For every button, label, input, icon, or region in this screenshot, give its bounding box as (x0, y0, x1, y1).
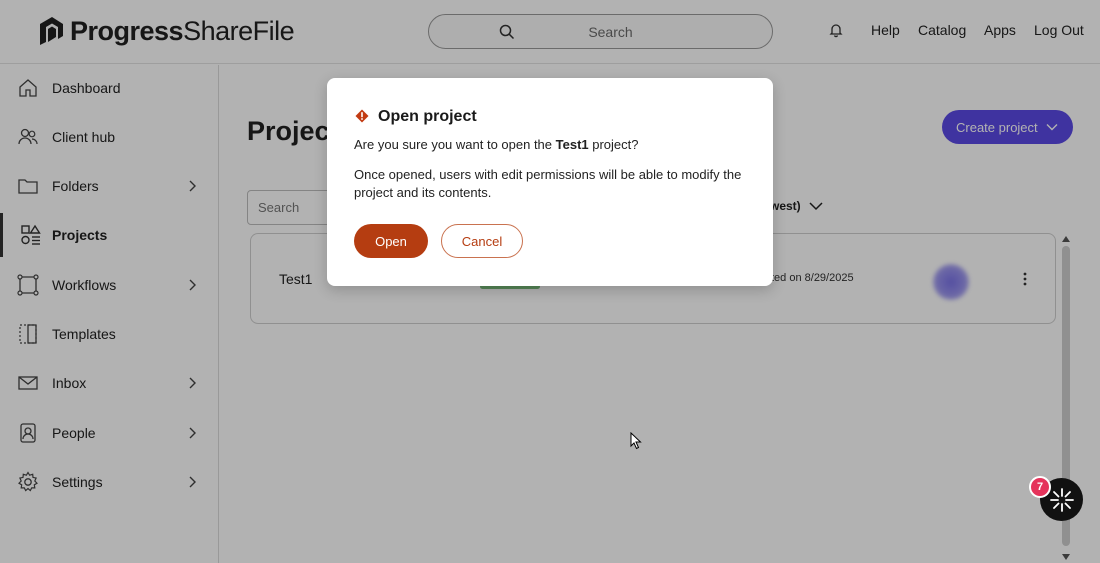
warning-icon (355, 109, 369, 123)
dialog-question-suffix: project? (588, 137, 639, 152)
assistant-icon (1049, 487, 1074, 512)
cancel-button[interactable]: Cancel (441, 224, 523, 258)
open-project-dialog: Open project Are you sure you want to op… (327, 78, 773, 286)
dialog-question-prefix: Are you sure you want to open the (354, 137, 556, 152)
dialog-question-project: Test1 (555, 137, 589, 152)
notification-badge: 7 (1029, 476, 1051, 498)
mouse-cursor-icon (630, 432, 642, 450)
open-button[interactable]: Open (354, 224, 428, 258)
dialog-question: Are you sure you want to open the Test1 … (354, 137, 639, 152)
dialog-title: Open project (378, 108, 477, 125)
dialog-description: Once opened, users with edit permissions… (354, 167, 742, 200)
